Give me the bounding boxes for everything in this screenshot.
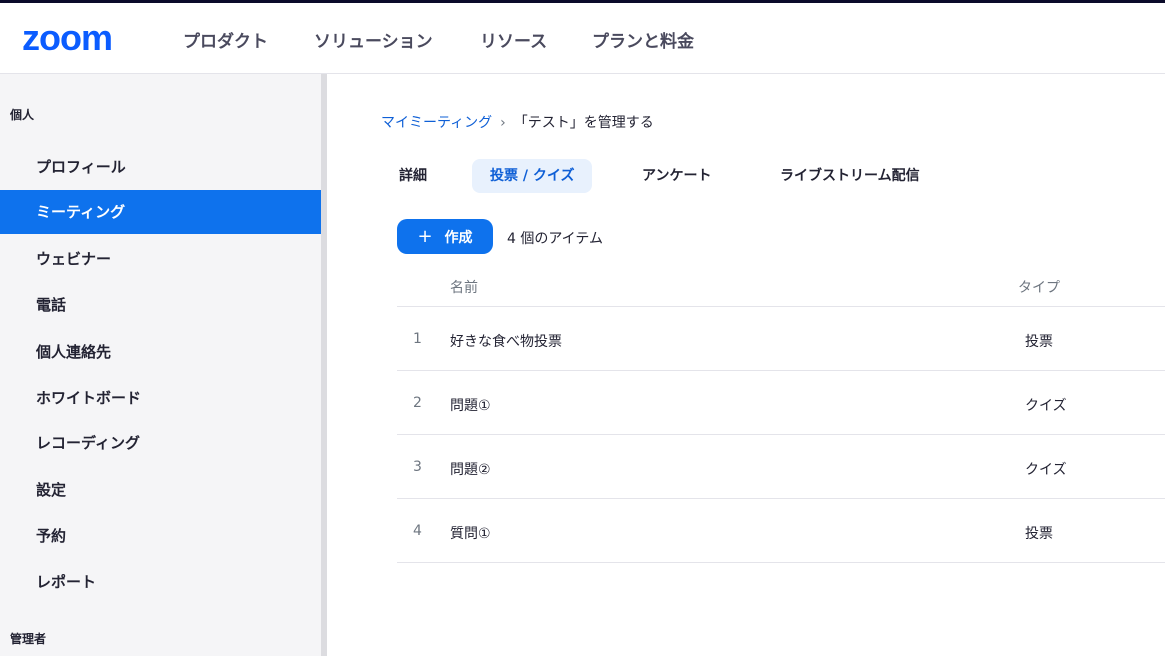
tab-survey[interactable]: アンケート <box>624 159 729 193</box>
table-row[interactable]: 4 質問① 投票 <box>397 499 1165 563</box>
table-row[interactable]: 3 問題② クイズ <box>397 435 1165 499</box>
sidebar-item-settings[interactable]: 設定 <box>0 468 321 512</box>
row-type: クイズ <box>1025 398 1067 414</box>
sidebar-item-webinars[interactable]: ウェビナー <box>0 237 321 281</box>
sidebar-section-personal: 個人 <box>10 108 35 122</box>
sidebar-item-profile[interactable]: プロフィール <box>0 145 321 189</box>
row-name[interactable]: 問題① <box>450 395 491 415</box>
sidebar: 個人 プロフィール ミーティング ウェビナー 電話 個人連絡先 ホワイトボード … <box>0 74 321 656</box>
top-header: zoom プロダクト ソリューション リソース プランと料金 <box>0 3 1165 74</box>
tab-polls-quizzes[interactable]: 投票 / クイズ <box>472 159 593 193</box>
sidebar-item-contacts[interactable]: 個人連絡先 <box>0 330 321 374</box>
polls-table: 名前 タイプ 1 好きな食べ物投票 投票 2 問題① クイズ 3 問題② クイズ… <box>397 264 1165 563</box>
main-content: マイミーティング › 「テスト」を管理する 詳細 投票 / クイズ アンケート ライ… <box>327 74 1165 656</box>
sidebar-section-admin: 管理者 <box>10 632 47 646</box>
tab-livestream[interactable]: ライブストリーム配信 <box>762 159 938 193</box>
sidebar-item-whiteboards[interactable]: ホワイトボード <box>0 376 321 420</box>
nav-products[interactable]: プロダクト <box>183 27 268 52</box>
column-header-type[interactable]: タイプ <box>1018 277 1060 297</box>
nav-solutions[interactable]: ソリューション <box>314 27 433 52</box>
table-row[interactable]: 1 好きな食べ物投票 投票 <box>397 307 1165 371</box>
plus-icon: + <box>417 226 433 247</box>
breadcrumb: マイミーティング › 「テスト」を管理する <box>381 112 654 132</box>
create-button-label: 作成 <box>444 230 473 246</box>
row-type: クイズ <box>1025 462 1067 478</box>
sidebar-item-reports[interactable]: レポート <box>0 560 321 604</box>
row-name[interactable]: 質問① <box>450 523 491 543</box>
create-button[interactable]: + 作成 <box>397 219 493 254</box>
zoom-logo[interactable]: zoom <box>22 17 113 59</box>
row-type: 投票 <box>1025 526 1053 542</box>
item-count: 4 個のアイテム <box>507 231 603 247</box>
row-name[interactable]: 問題② <box>450 459 491 479</box>
sidebar-item-scheduler[interactable]: 予約 <box>0 514 321 558</box>
sidebar-item-phone[interactable]: 電話 <box>0 283 321 327</box>
sidebar-item-meetings[interactable]: ミーティング <box>0 190 321 234</box>
row-type: 投票 <box>1025 334 1053 350</box>
row-index: 2 <box>413 395 422 411</box>
row-index: 4 <box>413 523 422 539</box>
column-header-name[interactable]: 名前 <box>450 277 478 297</box>
nav-plans-pricing[interactable]: プランと料金 <box>592 27 694 52</box>
table-header: 名前 タイプ <box>397 264 1165 307</box>
sidebar-item-recordings[interactable]: レコーディング <box>0 421 321 465</box>
row-index: 3 <box>413 459 422 475</box>
breadcrumb-link-my-meetings[interactable]: マイミーティング <box>381 115 492 131</box>
breadcrumb-current: 「テスト」を管理する <box>513 115 654 131</box>
table-row[interactable]: 2 問題① クイズ <box>397 371 1165 435</box>
chevron-right-icon: › <box>500 115 506 131</box>
nav-resources[interactable]: リソース <box>480 27 547 52</box>
tab-details[interactable]: 詳細 <box>381 159 445 193</box>
row-name[interactable]: 好きな食べ物投票 <box>450 331 562 351</box>
row-index: 1 <box>413 331 422 347</box>
